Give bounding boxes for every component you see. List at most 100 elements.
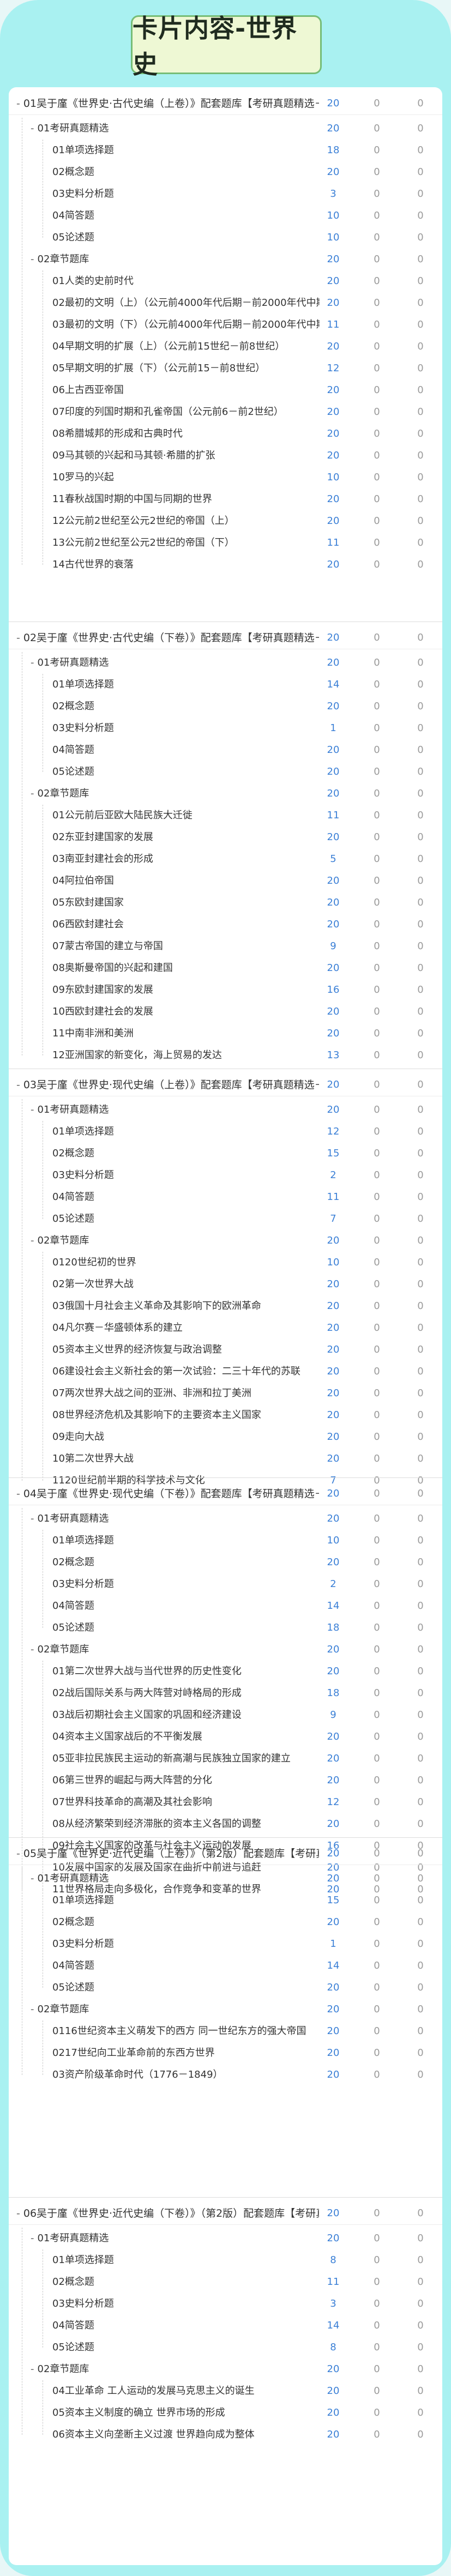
item-row[interactable]: 01单项选择题 14 0 0	[9, 674, 442, 696]
item-row[interactable]: 02东亚封建国家的发展 20 0 0	[9, 827, 442, 848]
item-row[interactable]: 13公元前2世纪至公元2世纪的帝国（下） 11 0 0	[9, 532, 442, 554]
item-row[interactable]: 06上古西亚帝国 20 0 0	[9, 379, 442, 401]
item-row[interactable]: 03史料分析题 2 0 0	[9, 1573, 442, 1595]
group-row[interactable]: -01考研真题精选 20 0 0	[9, 1508, 442, 1530]
collapse-icon[interactable]: -	[31, 2363, 34, 2375]
item-row[interactable]: 04工业革命 工人运动的发展马克思主义的诞生 20 0 0	[9, 2380, 442, 2402]
item-row[interactable]: 02战后国际关系与两大阵营对峙格局的形成 18 0 0	[9, 1682, 442, 1704]
item-row[interactable]: 06西欧封建社会 20 0 0	[9, 914, 442, 936]
item-row[interactable]: 02最初的文明（上）（公元前4000年代后期－前2000年代中期） 20 0 0	[9, 292, 442, 314]
item-row[interactable]: 02概念题 20 0 0	[9, 696, 442, 717]
collapse-icon[interactable]: -	[16, 98, 20, 110]
item-row[interactable]: 05论述题 7 0 0	[9, 1208, 442, 1230]
item-row[interactable]: 06资本主义向垄断主义过渡 世界趋向成为整体 20 0 0	[9, 2424, 442, 2446]
item-row[interactable]: 10第二次世界大战 20 0 0	[9, 1448, 442, 1470]
group-row[interactable]: -01考研真题精选 20 0 0	[9, 2228, 442, 2249]
item-row[interactable]: 01第二次世界大战与当代世界的历史性变化 20 0 0	[9, 1661, 442, 1682]
item-row[interactable]: 05东欧封建国家 20 0 0	[9, 892, 442, 914]
item-row[interactable]: 03南亚封建社会的形成 5 0 0	[9, 848, 442, 870]
group-row[interactable]: -02章节题库 20 0 0	[9, 249, 442, 270]
item-row[interactable]: 03战后初期社会主义国家的巩固和经济建设 9 0 0	[9, 1704, 442, 1726]
group-row[interactable]: -01考研真题精选 20 0 0	[9, 1868, 442, 1890]
item-row[interactable]: 10西欧封建社会的发展 20 0 0	[9, 1001, 442, 1023]
item-row[interactable]: 0217世纪向工业革命前的东西方世界 20 0 0	[9, 2042, 442, 2064]
group-row[interactable]: -02章节题库 20 0 0	[9, 1999, 442, 2020]
item-row[interactable]: 0120世纪初的世界 10 0 0	[9, 1252, 442, 1274]
item-row[interactable]: 02概念题 11 0 0	[9, 2271, 442, 2293]
collapse-icon[interactable]: -	[31, 1513, 34, 1524]
item-row[interactable]: 02概念题 20 0 0	[9, 1911, 442, 1933]
item-row[interactable]: 05论述题 18 0 0	[9, 1617, 442, 1639]
item-row[interactable]: 02概念题 15 0 0	[9, 1143, 442, 1165]
collapse-icon[interactable]: -	[31, 788, 34, 799]
item-row[interactable]: 05论述题 8 0 0	[9, 2337, 442, 2358]
item-row[interactable]: 05论述题 10 0 0	[9, 227, 442, 249]
deck-row[interactable]: -05吴于廑《世界史·近代史编（上卷）》（第2版）配套题库【考研真题精选＋章节题…	[9, 1843, 442, 1865]
item-row[interactable]: 03俄国十月社会主义革命及其影响下的欧洲革命 20 0 0	[9, 1295, 442, 1317]
item-row[interactable]: 05论述题 20 0 0	[9, 761, 442, 783]
collapse-icon[interactable]: -	[16, 632, 20, 644]
item-row[interactable]: 11中南非洲和美洲 20 0 0	[9, 1023, 442, 1045]
item-row[interactable]: 06第三世界的崛起与两大阵营的分化 20 0 0	[9, 1770, 442, 1791]
item-row[interactable]: 05早期文明的扩展（下）（公元前15－前8世纪） 12 0 0	[9, 358, 442, 379]
item-row[interactable]: 02概念题 20 0 0	[9, 1552, 442, 1573]
item-row[interactable]: 01单项选择题 18 0 0	[9, 140, 442, 161]
item-row[interactable]: 03史料分析题 3 0 0	[9, 183, 442, 205]
item-row[interactable]: 08希腊城邦的形成和古典时代 20 0 0	[9, 423, 442, 445]
item-row[interactable]: 01公元前后亚欧大陆民族大迁徙 11 0 0	[9, 805, 442, 827]
item-row[interactable]: 07世界科技革命的高潮及其社会影响 12 0 0	[9, 1791, 442, 1813]
item-row[interactable]: 04简答题 20 0 0	[9, 739, 442, 761]
group-row[interactable]: -01考研真题精选 20 0 0	[9, 652, 442, 674]
group-row[interactable]: -02章节题库 20 0 0	[9, 783, 442, 805]
deck-row[interactable]: -06吴于廑《世界史·近代史编（下卷）》（第2版）配套题库【考研真题精选＋章节题…	[9, 2203, 442, 2225]
collapse-icon[interactable]: -	[31, 1873, 34, 1884]
item-row[interactable]: 09马其顿的兴起和马其顿·希腊的扩张 20 0 0	[9, 445, 442, 467]
item-row[interactable]: 04简答题 11 0 0	[9, 1186, 442, 1208]
item-row[interactable]: 07蒙古帝国的建立与帝国 9 0 0	[9, 936, 442, 957]
item-row[interactable]: 04简答题 14 0 0	[9, 1595, 442, 1617]
item-row[interactable]: 01单项选择题 10 0 0	[9, 1530, 442, 1552]
item-row[interactable]: 03最初的文明（下）（公元前4000年代后期－前2000年代中期） 11 0 0	[9, 314, 442, 336]
group-row[interactable]: -02章节题库 20 0 0	[9, 1639, 442, 1661]
item-row[interactable]: 01单项选择题 12 0 0	[9, 1121, 442, 1143]
item-row[interactable]: 04简答题 14 0 0	[9, 1955, 442, 1977]
collapse-icon[interactable]: -	[31, 657, 34, 668]
item-row[interactable]: 05资本主义制度的确立 世界市场的形成 20 0 0	[9, 2402, 442, 2424]
collapse-icon[interactable]: -	[31, 1235, 34, 1246]
item-row[interactable]: 07印度的列国时期和孔雀帝国（公元前6－前2世纪） 20 0 0	[9, 401, 442, 423]
item-row[interactable]: 01人类的史前时代 20 0 0	[9, 270, 442, 292]
group-row[interactable]: -02章节题库 20 0 0	[9, 2358, 442, 2380]
item-row[interactable]: 03资产阶级革命时代（1776－1849） 20 0 0	[9, 2064, 442, 2086]
item-row[interactable]: 03史料分析题 1 0 0	[9, 1933, 442, 1955]
item-row[interactable]: 05亚非拉民族民主运动的新高潮与民族独立国家的建立 20 0 0	[9, 1748, 442, 1770]
item-row[interactable]: 03史料分析题 2 0 0	[9, 1165, 442, 1186]
item-row[interactable]: 0116世纪资本主义萌发下的西方 同一世纪东方的强大帝国 20 0 0	[9, 2020, 442, 2042]
collapse-icon[interactable]: -	[16, 1848, 20, 1860]
item-row[interactable]: 04简答题 10 0 0	[9, 205, 442, 227]
item-row[interactable]: 12亚洲国家的新变化，海上贸易的发达 13 0 0	[9, 1045, 442, 1066]
deck-row[interactable]: -04吴于廑《世界史·现代史编（下卷）》配套题库【考研真题精选＋章节题库】 20 0…	[9, 1483, 442, 1505]
item-row[interactable]: 07两次世界大战之间的亚洲、非洲和拉丁美洲 20 0 0	[9, 1383, 442, 1404]
collapse-icon[interactable]: -	[16, 1079, 20, 1091]
collapse-icon[interactable]: -	[31, 2004, 34, 2015]
item-row[interactable]: 09走向大战 20 0 0	[9, 1426, 442, 1448]
item-row[interactable]: 04资本主义国家战后的不平衡发展 20 0 0	[9, 1726, 442, 1748]
collapse-icon[interactable]: -	[31, 1104, 34, 1115]
deck-row[interactable]: -03吴于廑《世界史·现代史编（上卷）》配套题库【考研真题精选＋章节题库】 20 0…	[9, 1074, 442, 1096]
deck-row[interactable]: -01吴于廑《世界史·古代史编（上卷）》配套题库【考研真题精选＋章节题库】 20 0…	[9, 93, 442, 115]
item-row[interactable]: 06建设社会主义新社会的第一次试验：二三十年代的苏联 20 0 0	[9, 1361, 442, 1383]
collapse-icon[interactable]: -	[31, 254, 34, 265]
item-row[interactable]: 02第一次世界大战 20 0 0	[9, 1274, 442, 1295]
collapse-icon[interactable]: -	[31, 2233, 34, 2244]
item-row[interactable]: 04早期文明的扩展（上）（公元前15世纪－前8世纪） 20 0 0	[9, 336, 442, 358]
group-row[interactable]: -01考研真题精选 20 0 0	[9, 118, 442, 140]
item-row[interactable]: 10罗马的兴起 10 0 0	[9, 467, 442, 488]
collapse-icon[interactable]: -	[16, 2207, 20, 2219]
item-row[interactable]: 05资本主义世界的经济恢复与政治调整 20 0 0	[9, 1339, 442, 1361]
group-row[interactable]: -02章节题库 20 0 0	[9, 1230, 442, 1252]
item-row[interactable]: 14古代世界的衰落 20 0 0	[9, 554, 442, 576]
item-row[interactable]: 08从经济繁荣到经济滞胀的资本主义各国的调整 20 0 0	[9, 1813, 442, 1835]
group-row[interactable]: -01考研真题精选 20 0 0	[9, 1099, 442, 1121]
item-row[interactable]: 02概念题 20 0 0	[9, 161, 442, 183]
item-row[interactable]: 08奥斯曼帝国的兴起和建国 20 0 0	[9, 957, 442, 979]
